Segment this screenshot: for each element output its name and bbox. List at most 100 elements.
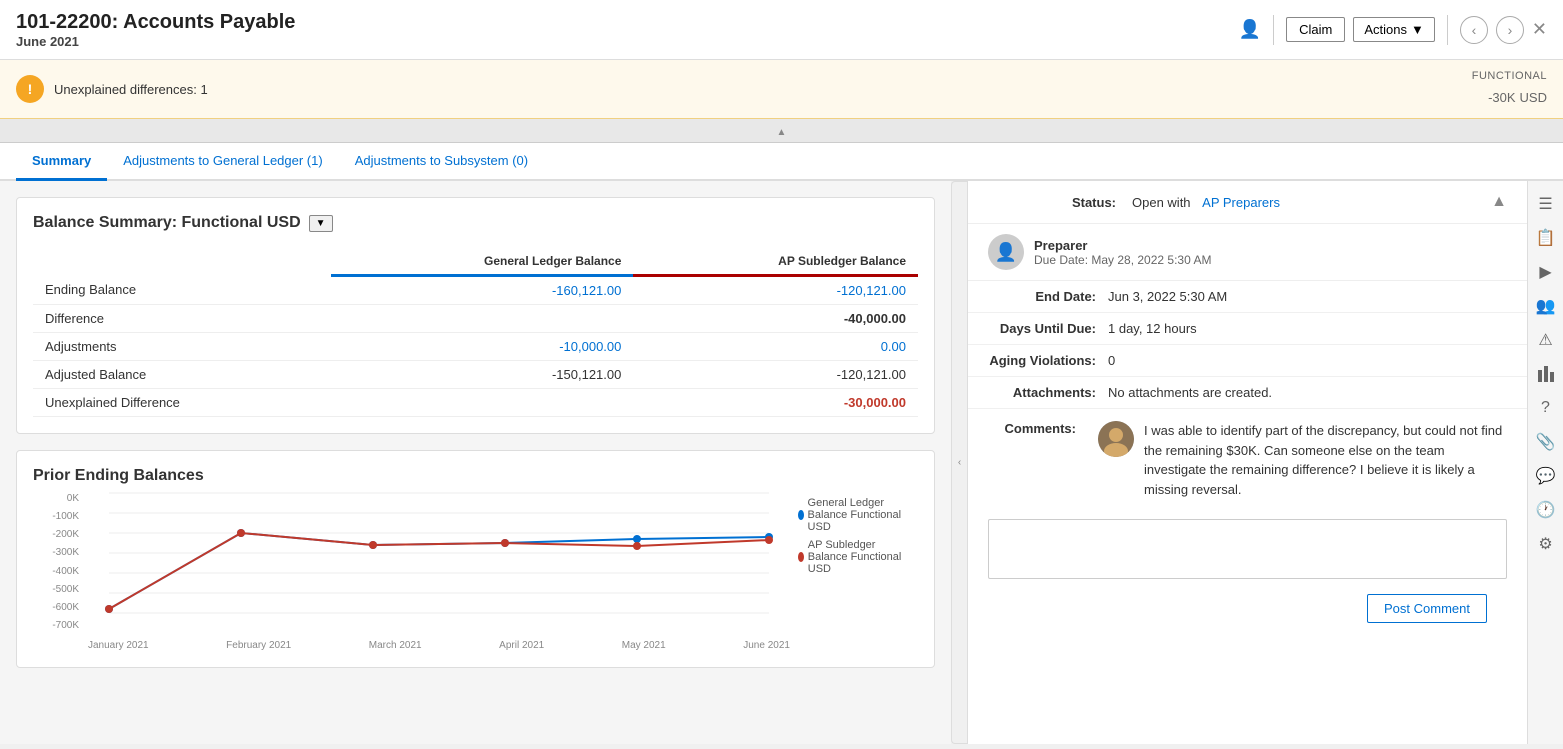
collapse-bar[interactable]: ▲ (0, 119, 1563, 143)
balance-summary-dropdown[interactable]: ▼ (309, 215, 333, 232)
period-subtitle: June 2021 (16, 34, 295, 49)
user-icon: 👤 (1239, 19, 1261, 40)
comment-body: I was able to identify part of the discr… (1144, 421, 1507, 499)
end-date-row: End Date: Jun 3, 2022 5:30 AM (968, 281, 1527, 313)
main-content: Balance Summary: Functional USD ▼ Genera… (0, 181, 1563, 744)
ap-dot-feb (237, 529, 245, 537)
status-link[interactable]: AP Preparers (1202, 195, 1280, 210)
ap-dot-jan (105, 605, 113, 613)
preparer-name: Preparer (1034, 238, 1211, 253)
status-label: Status: (988, 195, 1128, 210)
header: 101-22200: Accounts Payable June 2021 👤 … (0, 0, 1563, 60)
row-gl-2: -10,000.00 (331, 333, 634, 361)
ap-line (109, 533, 769, 609)
col-label-header (33, 248, 331, 276)
status-text: Open with (1132, 195, 1191, 210)
commenter-avatar (1098, 421, 1134, 457)
balance-summary-title-text: Balance Summary: Functional USD (33, 214, 301, 232)
sidebar-chat-icon[interactable]: 💬 (1531, 461, 1561, 491)
chart-title: Prior Ending Balances (33, 467, 918, 485)
balance-table: General Ledger Balance AP Subledger Bala… (33, 248, 918, 417)
sidebar-warning-icon[interactable]: ⚠ (1531, 325, 1561, 355)
y-label-7: -700K (33, 620, 79, 631)
chart-legend: General Ledger Balance Functional USD AP… (798, 493, 918, 651)
row-gl-1 (331, 305, 634, 333)
y-label-5: -500K (33, 584, 79, 595)
ap-dot-may (633, 542, 641, 550)
row-ap-4: -30,000.00 (633, 389, 918, 417)
balance-row-1: Difference -40,000.00 (33, 305, 918, 333)
nav-prev-button[interactable]: ‹ (1460, 16, 1488, 44)
functional-amount: -30K USD (1472, 82, 1547, 108)
sidebar-data-icon[interactable] (1531, 359, 1561, 389)
legend-gl-label: General Ledger Balance Functional USD (808, 497, 918, 533)
header-right: 👤 Claim Actions ▼ ‹ › ✕ (1239, 15, 1547, 45)
close-button[interactable]: ✕ (1532, 19, 1547, 40)
attachments-row: Attachments: No attachments are created. (968, 377, 1527, 409)
warning-icon: ! (16, 75, 44, 103)
legend-ap-dot (798, 552, 804, 562)
ap-dot-jun (765, 536, 773, 544)
y-label-4: -400K (33, 566, 79, 577)
functional-currency: USD (1520, 90, 1547, 105)
claim-button[interactable]: Claim (1286, 17, 1345, 42)
days-until-due-row: Days Until Due: 1 day, 12 hours (968, 313, 1527, 345)
y-label-2: -200K (33, 529, 79, 540)
days-until-due-label: Days Until Due: (968, 321, 1108, 336)
tab-adjustments-subsystem[interactable]: Adjustments to Subsystem (0) (339, 143, 544, 181)
sidebar-attachment-icon[interactable]: 📎 (1531, 427, 1561, 457)
tab-summary[interactable]: Summary (16, 143, 107, 181)
attachments-label: Attachments: (968, 385, 1108, 400)
aging-violations-label: Aging Violations: (968, 353, 1108, 368)
x-label-jan: January 2021 (88, 640, 149, 651)
row-gl-4 (331, 389, 634, 417)
post-comment-button[interactable]: Post Comment (1367, 594, 1487, 623)
balance-row-2: Adjustments-10,000.000.00 (33, 333, 918, 361)
x-label-feb: February 2021 (226, 640, 291, 651)
sidebar-document-icon[interactable]: 📋 (1531, 223, 1561, 253)
aging-violations-row: Aging Violations: 0 (968, 345, 1527, 377)
sidebar-help-icon[interactable]: ? (1531, 393, 1561, 423)
right-panel: Status: Open with AP Preparers ▲ 👤 Prepa… (967, 181, 1527, 744)
comment-input[interactable] (988, 519, 1507, 579)
tab-adjustments-gl-label: Adjustments to General Ledger (1) (123, 153, 322, 168)
row-ap-1: -40,000.00 (633, 305, 918, 333)
row-ap-2: 0.00 (633, 333, 918, 361)
legend-gl-dot (798, 510, 804, 520)
sidebar-settings-icon[interactable]: ⚙ (1531, 529, 1561, 559)
comments-label: Comments: (988, 421, 1088, 499)
actions-dropdown-icon: ▼ (1411, 22, 1424, 37)
ap-dot-apr (501, 539, 509, 547)
row-label-1: Difference (33, 305, 331, 333)
end-date-label: End Date: (968, 289, 1108, 304)
right-panel-collapse-btn[interactable]: ▲ (1491, 193, 1507, 211)
row-label-3: Adjusted Balance (33, 361, 331, 389)
nav-next-button[interactable]: › (1496, 16, 1524, 44)
tab-adjustments-gl[interactable]: Adjustments to General Ledger (1) (107, 143, 338, 181)
row-gl-3: -150,121.00 (331, 361, 634, 389)
y-label-6: -600K (33, 602, 79, 613)
tab-summary-label: Summary (32, 153, 91, 168)
preparer-row: 👤 Preparer Due Date: May 28, 2022 5:30 A… (968, 224, 1527, 281)
functional-amount-value: -30K (1488, 90, 1515, 105)
col-ap-header: AP Subledger Balance (633, 248, 918, 276)
legend-ap-label: AP Subledger Balance Functional USD (808, 539, 918, 575)
sidebar-users-icon[interactable]: 👥 (1531, 291, 1561, 321)
preparer-info: Preparer Due Date: May 28, 2022 5:30 AM (1034, 238, 1211, 267)
commenter-avatar-svg (1098, 421, 1134, 457)
row-ap-3: -120,121.00 (633, 361, 918, 389)
divider-2 (1447, 15, 1448, 45)
sidebar-history-icon[interactable]: 🕐 (1531, 495, 1561, 525)
left-panel: Balance Summary: Functional USD ▼ Genera… (0, 181, 951, 744)
tab-adjustments-subsystem-label: Adjustments to Subsystem (0) (355, 153, 528, 168)
row-ap-0: -120,121.00 (633, 276, 918, 305)
collapse-handle[interactable]: ‹ (951, 181, 967, 744)
sidebar-play-icon[interactable]: ▶ (1531, 257, 1561, 287)
balance-row-3: Adjusted Balance-150,121.00-120,121.00 (33, 361, 918, 389)
row-label-0: Ending Balance (33, 276, 331, 305)
actions-button[interactable]: Actions ▼ (1353, 17, 1435, 42)
prior-ending-balances-card: Prior Ending Balances 0K -100K -200K -30… (16, 450, 935, 668)
x-label-may: May 2021 (622, 640, 666, 651)
balance-row-0: Ending Balance-160,121.00-120,121.00 (33, 276, 918, 305)
sidebar-list-icon[interactable]: ☰ (1531, 189, 1561, 219)
